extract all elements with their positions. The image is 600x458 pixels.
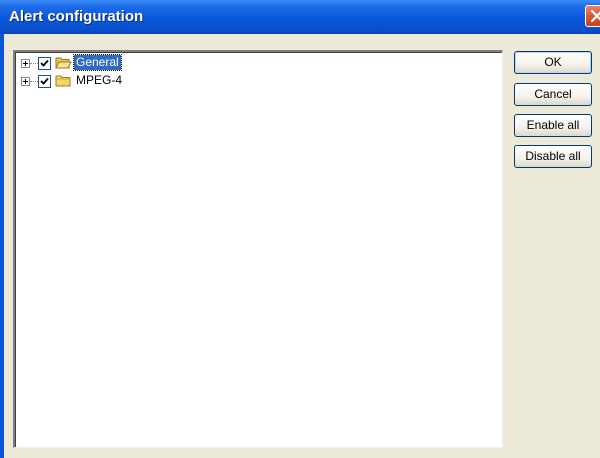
dialog-client-area: General MPEG-4 OK Cancel Enable all Disa… <box>4 34 600 458</box>
window-title: Alert configuration <box>9 8 144 25</box>
general-checkbox[interactable] <box>38 57 51 70</box>
tree-connector <box>30 81 38 82</box>
tree-connector <box>30 63 38 64</box>
alert-configuration-window: Alert configuration General MPEG-4 OK Ca… <box>0 0 600 458</box>
title-bar[interactable]: Alert configuration <box>0 0 600 34</box>
close-icon <box>590 9 600 23</box>
close-button[interactable] <box>585 5 600 27</box>
checkmark-icon <box>40 77 49 85</box>
expand-icon[interactable] <box>21 77 30 86</box>
mpeg4-checkbox[interactable] <box>38 75 51 88</box>
tree-node-label[interactable]: MPEG-4 <box>74 73 124 88</box>
checkmark-icon <box>40 59 49 67</box>
open-folder-icon <box>55 57 72 69</box>
cancel-button[interactable]: Cancel <box>514 83 592 106</box>
ok-button[interactable]: OK <box>514 51 592 74</box>
alert-tree-view[interactable]: General MPEG-4 <box>13 50 503 448</box>
tree-node-mpeg4[interactable]: MPEG-4 <box>15 73 315 90</box>
enable-all-button[interactable]: Enable all <box>514 114 592 137</box>
tree-node-label[interactable]: General <box>73 54 122 71</box>
expand-icon[interactable] <box>21 59 30 68</box>
folder-icon <box>55 75 71 87</box>
tree-node-general[interactable]: General <box>15 54 315 72</box>
disable-all-button[interactable]: Disable all <box>514 145 592 168</box>
